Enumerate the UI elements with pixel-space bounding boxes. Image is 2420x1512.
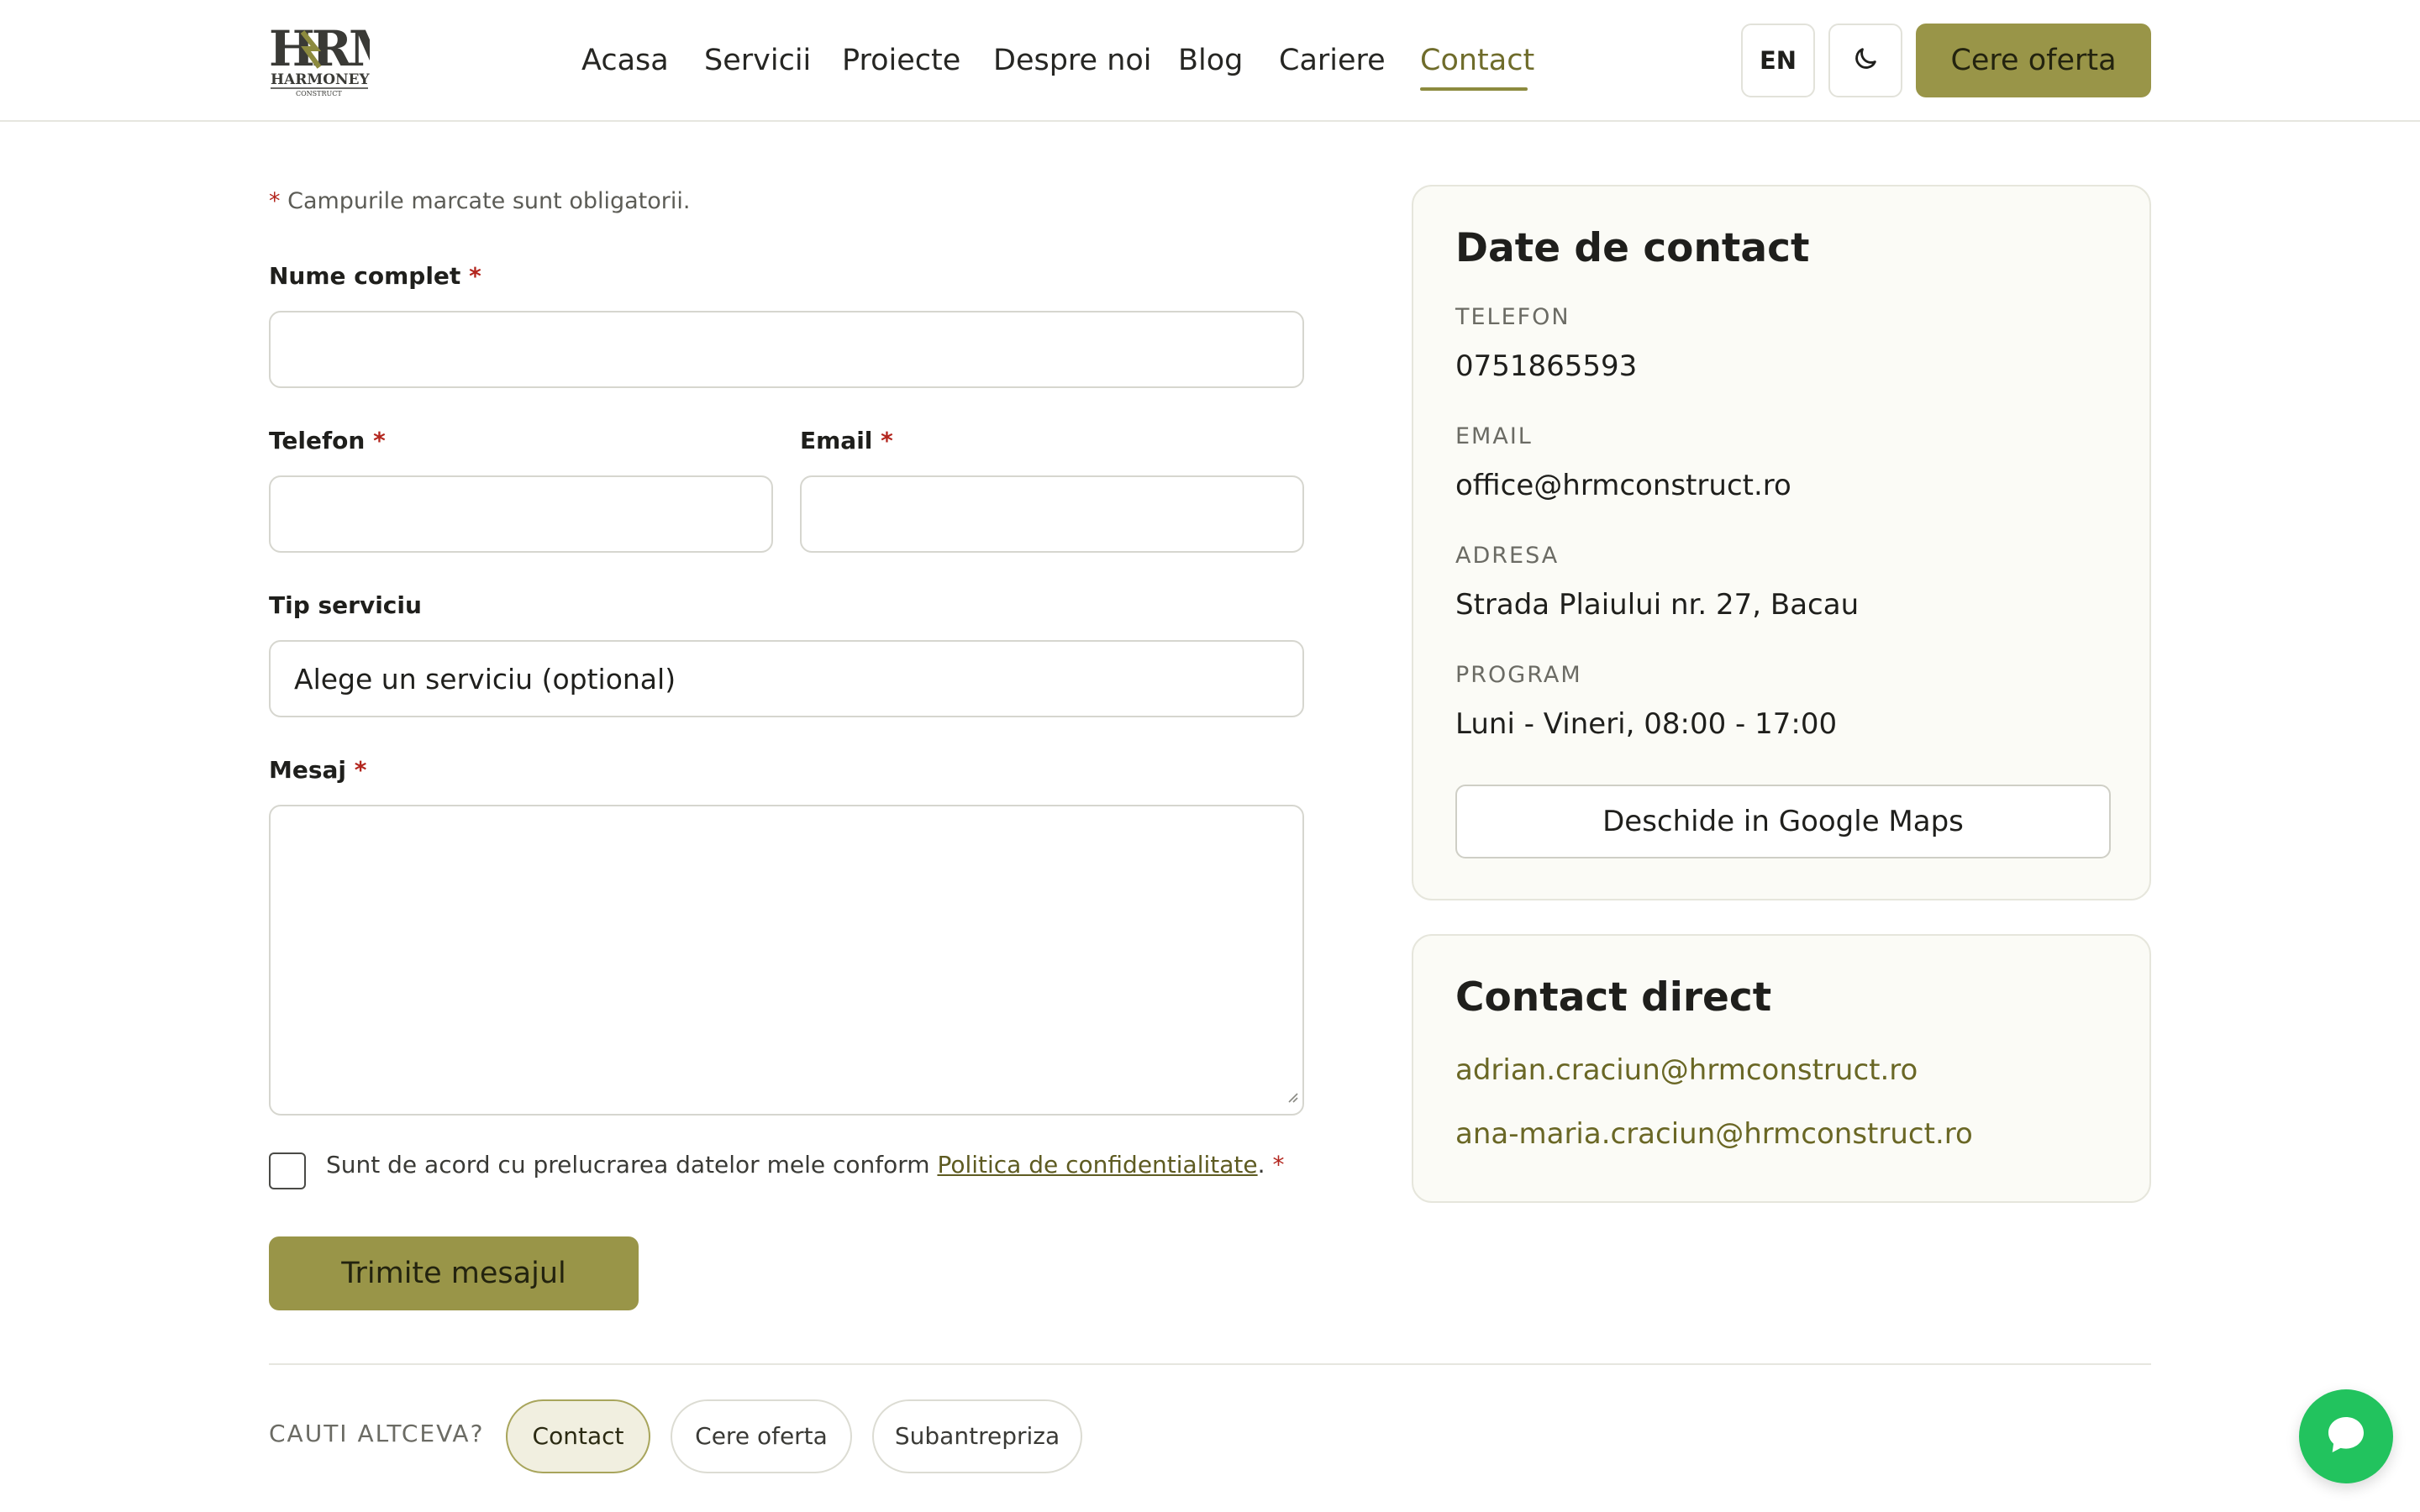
email-label-text: Email [800,427,873,454]
direct-email-link[interactable]: ana-maria.craciun@hrmconstruct.ro [1455,1117,1973,1151]
nav-item-acasa[interactable]: Acasa [581,37,669,92]
required-mark: * [1272,1151,1285,1179]
required-mark: * [881,427,893,454]
consent-text-end: . [1257,1151,1265,1179]
required-note-text: Campurile marcate sunt obligatorii. [287,188,691,214]
hrm-logo[interactable]: HRM HARMONEY CONSTRUCT [269,20,404,97]
name-label-text: Nume complet [269,262,461,290]
chip-contact[interactable]: Contact [506,1399,650,1473]
nav-item-cariere[interactable]: Cariere [1279,37,1386,92]
message-textarea[interactable] [269,805,1304,1116]
nav-item-proiecte[interactable]: Proiecte [842,37,960,92]
address-value: Strada Plaiului nr. 27, Bacau [1455,588,1860,622]
chat-bubble-icon [2323,1411,2370,1462]
required-mark: * [354,756,367,784]
language-toggle-button[interactable]: EN [1741,24,1815,97]
required-mark: * [469,262,481,290]
email-field-label: EMAIL [1455,423,1533,449]
email-label: Email * [800,427,893,454]
nav-item-despre-noi[interactable]: Despre noi [993,37,1152,92]
address-field-label: ADRESA [1455,543,1560,569]
service-select-value: Alege un serviciu (optional) [294,662,676,696]
nav-item-servicii[interactable]: Servicii [704,37,811,92]
required-fields-note: * Campurile marcate sunt obligatorii. [269,188,690,214]
direct-email-link[interactable]: adrian.craciun@hrmconstruct.ro [1455,1053,1918,1087]
email-value[interactable]: office@hrmconstruct.ro [1455,469,1791,502]
name-label: Nume complet * [269,262,481,290]
contact-details-card: Date de contact TELEFON 0751865593 EMAIL… [1412,185,2151,900]
cere-oferta-button[interactable]: Cere oferta [1916,24,2151,97]
phone-label: Telefon * [269,427,386,454]
message-label: Mesaj * [269,756,366,784]
required-mark: * [373,427,386,454]
nav-item-contact[interactable]: Contact [1420,37,1534,92]
svg-text:HARMONEY: HARMONEY [271,71,370,88]
email-input[interactable] [800,475,1304,553]
service-select[interactable]: Alege un serviciu (optional) [269,640,1304,717]
full-name-input[interactable] [269,311,1304,388]
required-mark: * [269,188,281,214]
program-field-label: PROGRAM [1455,662,1582,688]
submit-message-button[interactable]: Trimite mesajul [269,1236,639,1310]
phone-value[interactable]: 0751865593 [1455,349,1637,383]
phone-label-text: Telefon [269,427,366,454]
contact-details-title: Date de contact [1455,225,1810,271]
privacy-policy-link[interactable]: Politica de confidentialitate [937,1151,1257,1179]
open-google-maps-button[interactable]: Deschide in Google Maps [1455,785,2111,858]
phone-input[interactable] [269,475,773,553]
chip-cere-oferta[interactable]: Cere oferta [671,1399,852,1473]
active-nav-underline [1420,87,1528,91]
nav-item-blog[interactable]: Blog [1178,37,1243,92]
chip-subantrepriza[interactable]: Subantrepriza [872,1399,1082,1473]
theme-toggle-button[interactable] [1828,24,1902,97]
section-divider [269,1363,2151,1365]
looking-for-else-label: CAUTI ALTCEVA? [269,1420,485,1447]
resize-grip-icon[interactable] [1286,1078,1299,1110]
direct-contact-title: Contact direct [1455,974,1772,1021]
consent-checkbox[interactable] [269,1152,306,1189]
message-label-text: Mesaj [269,756,347,784]
direct-contact-card: Contact direct adrian.craciun@hrmconstru… [1412,934,2151,1203]
chat-button[interactable] [2299,1389,2393,1483]
site-header: HRM HARMONEY CONSTRUCT Acasa Servicii Pr… [0,0,2420,122]
consent-text-start: Sunt de acord cu prelucrarea datelor mel… [326,1151,938,1179]
program-value: Luni - Vineri, 08:00 - 17:00 [1455,707,1838,741]
phone-field-label: TELEFON [1455,304,1570,330]
svg-text:CONSTRUCT: CONSTRUCT [296,90,342,97]
consent-text: Sunt de acord cu prelucrarea datelor mel… [326,1151,1284,1179]
service-label: Tip serviciu [269,591,422,619]
moon-icon [1851,45,1880,76]
